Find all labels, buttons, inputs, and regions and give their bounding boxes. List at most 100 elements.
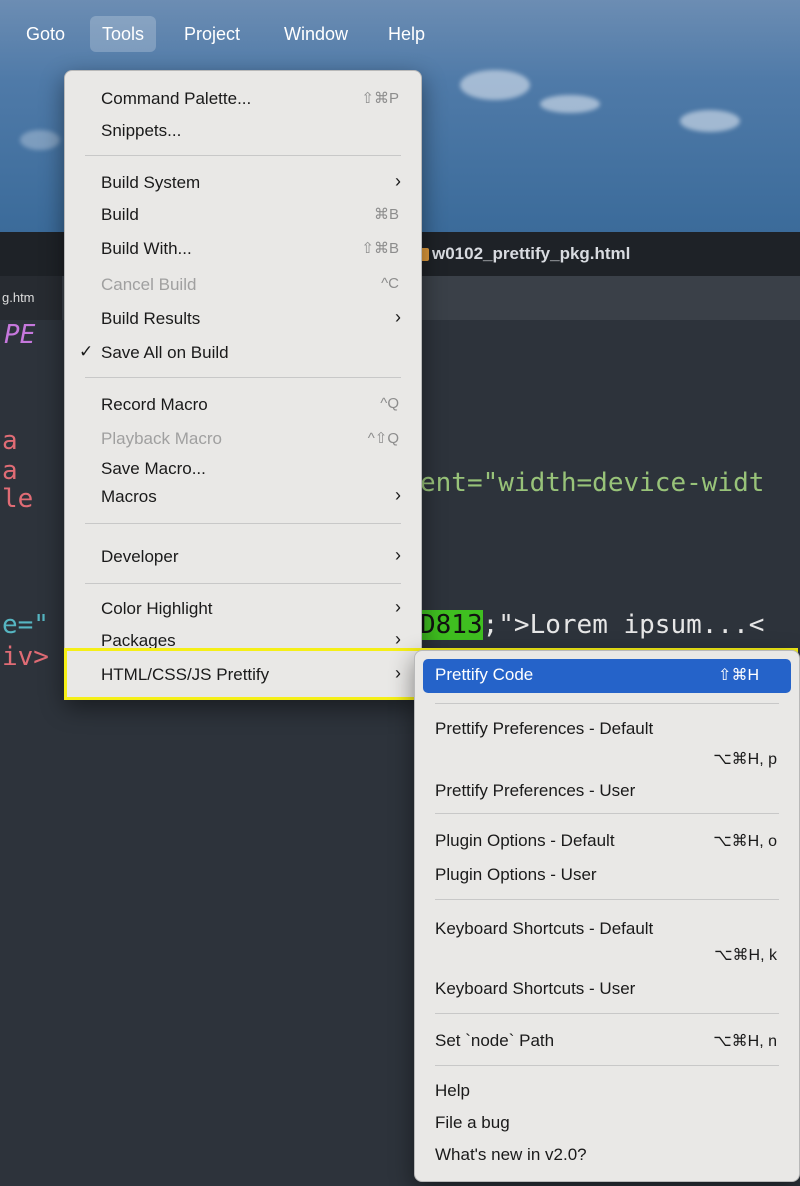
menu-item-label: Developer — [101, 547, 179, 566]
menu-item-macros[interactable]: Macros › — [65, 481, 421, 513]
menu-item-build-system[interactable]: Build System › — [65, 167, 421, 199]
menu-item-snippets[interactable]: Snippets... — [65, 115, 421, 147]
menu-item-label: Playback Macro — [101, 429, 222, 448]
menu-item-shortcut: ^⇧Q — [367, 430, 399, 447]
menu-item-record-macro[interactable]: Record Macro ^Q — [65, 389, 421, 421]
code-text: a — [2, 456, 18, 486]
menu-item-label: Snippets... — [101, 121, 182, 140]
menu-separator — [435, 1065, 779, 1066]
menu-item-shortcut: ⇧⌘H — [718, 667, 759, 684]
menu-item-keyboard-shortcuts-user[interactable]: Keyboard Shortcuts - User — [415, 973, 799, 1005]
menu-window[interactable]: Window — [272, 10, 360, 58]
menu-goto[interactable]: Goto — [14, 10, 77, 58]
menu-item-label: Build System — [101, 173, 201, 192]
menu-item-prettify-preferences-user[interactable]: Prettify Preferences - User — [415, 775, 799, 807]
menu-item-label: Prettify Code — [435, 665, 534, 684]
menu-item-label: Plugin Options - Default — [435, 831, 615, 850]
menu-item-shortcut: ⇧⌘P — [361, 90, 399, 107]
code-text: le — [2, 484, 34, 514]
menu-item-shortcut: ⌥⌘H, p — [713, 751, 777, 768]
menu-item-label: Keyboard Shortcuts - Default — [435, 919, 654, 938]
menu-item-label: Build With... — [101, 239, 192, 258]
code-text: PE — [4, 320, 36, 350]
menu-item-playback-macro: Playback Macro ^⇧Q — [65, 423, 421, 455]
window-title: w0102_prettify_pkg.html — [432, 244, 631, 263]
menu-tools[interactable]: Tools — [90, 16, 157, 52]
menu-item-label: File a bug — [435, 1113, 510, 1132]
submenu-arrow-icon: › — [395, 545, 401, 565]
menu-project[interactable]: Project — [172, 10, 252, 58]
code-text: a — [2, 426, 18, 456]
menu-separator — [85, 523, 401, 524]
menu-item-label: Record Macro — [101, 395, 208, 414]
menu-item-label: Build — [101, 205, 139, 224]
menu-item-shortcut: ⇧⌘B — [361, 240, 399, 257]
menu-separator — [85, 377, 401, 378]
submenu-arrow-icon: › — [395, 307, 401, 327]
menu-item-prettify-code[interactable]: Prettify Code ⇧⌘H — [423, 659, 791, 693]
code-text: e=" — [2, 610, 49, 640]
menu-item-cancel-build: Cancel Build ^C — [65, 269, 421, 301]
cloud — [680, 110, 740, 132]
menu-item-shortcut: ⌥⌘H, n — [713, 1033, 777, 1050]
menu-bar: Goto Tools Project Window Help — [0, 10, 800, 58]
menu-item-plugin-options-user[interactable]: Plugin Options - User — [415, 859, 799, 891]
menu-item-label: Color Highlight — [101, 599, 213, 618]
menu-item-shortcut: ⌥⌘H, k — [714, 947, 777, 964]
menu-item-build[interactable]: Build ⌘B — [65, 199, 421, 231]
menu-item-set-node-path[interactable]: Set `node` Path ⌥⌘H, n — [415, 1025, 799, 1057]
menu-item-label: Help — [435, 1081, 470, 1100]
menu-item-label: Plugin Options - User — [435, 865, 597, 884]
menu-separator — [435, 813, 779, 814]
menu-item-prettify-preferences-default[interactable]: Prettify Preferences - Default ⌥⌘H, p — [415, 713, 799, 771]
menu-item-plugin-options-default[interactable]: Plugin Options - Default ⌥⌘H, o — [415, 825, 799, 857]
menu-item-save-all-on-build[interactable]: ✓ Save All on Build — [65, 337, 421, 369]
menu-item-shortcut: ^C — [381, 275, 399, 292]
menu-separator — [435, 1013, 779, 1014]
menu-item-build-results[interactable]: Build Results › — [65, 303, 421, 335]
menu-separator — [435, 703, 779, 704]
menu-item-keyboard-shortcuts-default[interactable]: Keyboard Shortcuts - Default ⌥⌘H, k — [415, 913, 799, 971]
prettify-submenu: Prettify Code ⇧⌘H Prettify Preferences - … — [414, 650, 800, 1182]
cloud — [460, 70, 530, 100]
submenu-arrow-icon: › — [395, 629, 401, 649]
menu-item-shortcut: ⌘B — [373, 206, 399, 223]
menu-item-label: Set `node` Path — [435, 1031, 555, 1050]
menu-item-label: Save Macro... — [101, 459, 206, 478]
menu-item-help[interactable]: Help — [415, 1075, 799, 1107]
menu-help[interactable]: Help — [376, 10, 437, 58]
menu-item-shortcut: ^Q — [380, 395, 399, 412]
submenu-arrow-icon: › — [395, 485, 401, 505]
menu-item-color-highlight[interactable]: Color Highlight › — [65, 593, 421, 625]
menu-item-label: Prettify Preferences - Default — [435, 719, 654, 738]
menu-item-file-a-bug[interactable]: File a bug — [415, 1107, 799, 1139]
menu-item-label: Command Palette... — [101, 89, 252, 108]
menu-item-label: Cancel Build — [101, 275, 197, 294]
cloud — [20, 130, 60, 150]
menu-item-label: Save All on Build — [101, 343, 229, 362]
menu-item-label: What's new in v2.0? — [435, 1145, 587, 1164]
menu-item-label: Build Results — [101, 309, 201, 328]
cloud — [540, 95, 600, 113]
menu-separator — [435, 899, 779, 900]
code-text: ;">Lorem ipsum...< — [482, 610, 765, 640]
code-text: iv> — [2, 642, 49, 672]
submenu-arrow-icon: › — [395, 171, 401, 191]
code-text: ent="width=device-widt — [420, 468, 765, 498]
menu-separator — [85, 583, 401, 584]
menu-item-shortcut: ⌥⌘H, o — [713, 833, 777, 850]
menu-separator — [85, 155, 401, 156]
code-line: D813;">Lorem ipsum...< — [420, 610, 764, 640]
menu-item-command-palette[interactable]: Command Palette... ⇧⌘P — [65, 83, 421, 115]
menu-item-label: Prettify Preferences - User — [435, 781, 636, 800]
checkmark-icon: ✓ — [79, 342, 94, 361]
menu-item-developer[interactable]: Developer › — [65, 541, 421, 573]
menu-item-build-with[interactable]: Build With... ⇧⌘B — [65, 233, 421, 265]
color-swatch: D813 — [420, 610, 483, 640]
menu-item-label: Keyboard Shortcuts - User — [435, 979, 636, 998]
menu-item-label: Macros — [101, 487, 157, 506]
menu-item-whats-new[interactable]: What's new in v2.0? — [415, 1139, 799, 1171]
file-tab[interactable]: g.htm — [0, 276, 62, 320]
submenu-arrow-icon: › — [395, 597, 401, 617]
tools-menu: Command Palette... ⇧⌘P Snippets... Build … — [64, 70, 422, 700]
